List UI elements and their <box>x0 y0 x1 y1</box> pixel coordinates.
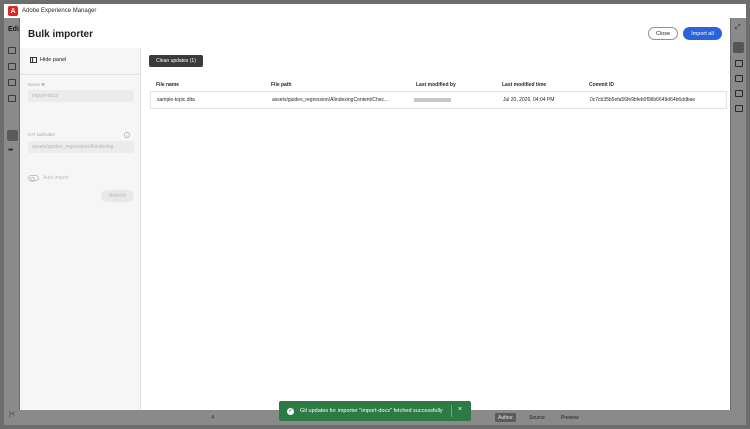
text-icon[interactable] <box>8 79 16 86</box>
toast-divider <box>451 405 452 417</box>
mode-author-tab[interactable]: Author <box>495 413 516 422</box>
toast-message: Git updates for importer "import-docs" f… <box>300 408 443 414</box>
more-icon[interactable]: ••• <box>8 147 13 154</box>
dialog-header: Bulk importer Close Import all <box>20 18 730 48</box>
column-header-file-name[interactable]: File name <box>156 82 179 88</box>
cell-file-path: assets/guides_regression/AIindexingConte… <box>272 97 389 103</box>
link-icon[interactable] <box>735 90 743 97</box>
hide-panel-label: Hide panel <box>40 57 67 63</box>
cell-file-name: sample-topic.dita <box>157 97 195 103</box>
table-row[interactable]: sample-topic.dita assets/guides_regressi… <box>150 92 727 109</box>
app-header: A Adobe Experience Manager <box>4 4 746 18</box>
auto-import-label: Auto import <box>43 175 69 181</box>
dialog-title: Bulk importer <box>28 29 94 40</box>
panel-icon <box>30 57 37 63</box>
name-input[interactable]: import-docs <box>28 90 134 102</box>
mode-source-tab[interactable]: Source <box>526 413 548 422</box>
name-label: Name ✱ <box>28 82 46 87</box>
updates-content: Clean updates (1) File name File path La… <box>142 48 730 410</box>
column-header-last-modified-time[interactable]: Last modified time <box>502 82 546 88</box>
properties-icon[interactable] <box>733 42 744 53</box>
success-toast: ✓ Git updates for importer "import-docs"… <box>279 401 471 421</box>
column-header-file-path[interactable]: File path <box>271 82 292 88</box>
check-circle-icon: ✓ <box>287 407 294 415</box>
updates-table: File name File path Last modified by Las… <box>150 78 727 109</box>
history-icon[interactable] <box>735 105 743 112</box>
grid-icon[interactable] <box>8 47 16 54</box>
app-title: Adobe Experience Manager <box>22 8 97 14</box>
panel-divider <box>20 74 141 75</box>
search-icon[interactable]: ⌕ <box>211 414 215 422</box>
collapse-icon[interactable]: |< <box>9 411 15 418</box>
auto-import-toggle[interactable] <box>28 175 39 182</box>
clean-updates-button[interactable]: Clean updates (1) <box>149 55 203 67</box>
import-all-button[interactable]: Import all <box>683 27 722 40</box>
expand-icon[interactable]: ⤢ <box>735 24 741 32</box>
close-button[interactable]: Close <box>648 27 678 40</box>
redacted-user <box>414 98 451 102</box>
importer-settings-panel: Hide panel Name ✱ import-docs GIT subfol… <box>20 48 141 410</box>
hide-panel-button[interactable]: Hide panel <box>30 57 66 63</box>
git-subfolder-label: GIT subfolder <box>28 132 56 137</box>
list-icon[interactable] <box>8 95 16 102</box>
table-header: File name File path Last modified by Las… <box>150 78 727 92</box>
git-subfolder-input[interactable]: assets/guides_regression/AiIndexing <box>28 141 134 153</box>
close-icon[interactable]: × <box>458 406 462 413</box>
cell-commit-id: 0c7cb35b5efa56fe9bfeb0f96b6649d64b6ddbae <box>590 97 696 103</box>
comment-icon[interactable] <box>735 75 743 82</box>
bulk-import-nav-icon[interactable] <box>7 130 18 141</box>
folder-icon[interactable] <box>8 63 16 70</box>
mode-preview-tab[interactable]: Preview <box>558 413 582 422</box>
cell-last-modified-time: Jul 20, 2026, 04:04 PM <box>503 97 555 103</box>
rail-edit-label: Edi <box>8 26 19 33</box>
right-rail: ⤢ <box>731 18 746 425</box>
info-icon[interactable]: i <box>124 132 130 138</box>
bulk-importer-dialog: Bulk importer Close Import all Hide pane… <box>20 18 730 410</box>
refetch-button[interactable]: Refetch <box>101 190 134 202</box>
page-add-icon[interactable] <box>735 60 743 67</box>
column-header-last-modified-by[interactable]: Last modified by <box>416 82 456 88</box>
column-header-commit-id[interactable]: Commit ID <box>589 82 614 88</box>
left-rail: Edi ••• |< <box>4 18 19 425</box>
adobe-logo: A <box>8 6 18 16</box>
